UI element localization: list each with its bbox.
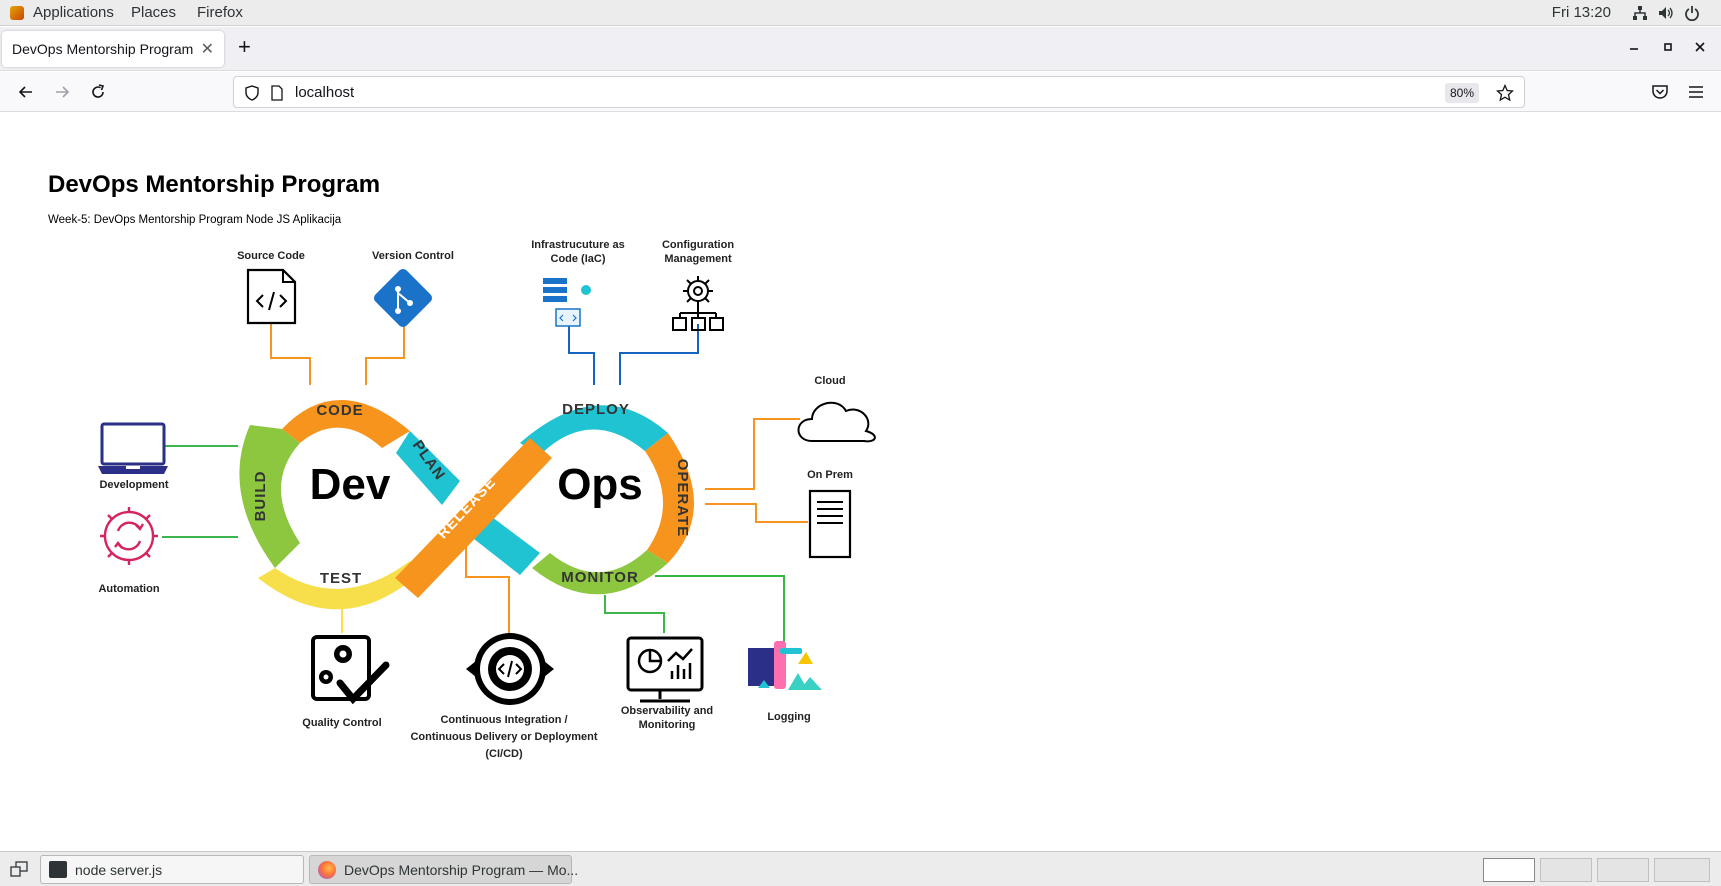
devops-infinity-diagram: CODE PLAN BUILD TEST RELEASE DEPLOY OPER… [98, 239, 876, 760]
iac-label-line2: Code (IaC) [551, 253, 606, 265]
firefox-menu[interactable]: Firefox [197, 4, 243, 21]
laptop-icon [98, 422, 168, 474]
workspace-1[interactable] [1483, 858, 1535, 882]
code-label: CODE [316, 402, 363, 419]
gnome-top-bar: Applications Places Firefox Fri 13:20 [0, 0, 1721, 26]
page-content: DevOps Mentorship Program Week-5: DevOps… [0, 113, 1721, 850]
terminal-icon [49, 861, 67, 878]
back-icon[interactable] [16, 82, 36, 102]
bookmark-star-icon[interactable] [1496, 84, 1514, 102]
version-control-icon [373, 268, 433, 328]
connector-cloud [705, 418, 800, 490]
url-bar[interactable]: localhost 80% [233, 76, 1525, 108]
applications-menu[interactable]: Applications [33, 4, 114, 21]
ops-label: Ops [557, 460, 643, 509]
connector-version-control [365, 324, 405, 385]
taskbar-item-terminal[interactable]: node server.js [40, 855, 304, 884]
connector-source-code [270, 324, 311, 385]
dev-label: Dev [310, 460, 391, 509]
quality-control-icon [311, 635, 390, 705]
url-text[interactable]: localhost [295, 84, 354, 101]
minimize-icon[interactable] [1626, 39, 1642, 55]
close-tab-icon[interactable]: ✕ [201, 39, 214, 59]
pocket-icon[interactable] [1650, 82, 1670, 102]
cicd-label-line1: Continuous Integration / [440, 714, 567, 726]
connector-logging [655, 575, 785, 643]
operate-label: OPERATE [674, 459, 691, 537]
logging-label: Logging [767, 711, 810, 723]
build-label: BUILD [252, 471, 269, 522]
taskbar: node server.js DevOps Mentorship Program… [0, 851, 1721, 886]
power-icon[interactable] [1684, 5, 1700, 21]
development-label: Development [99, 479, 168, 491]
clock[interactable]: Fri 13:20 [1552, 4, 1611, 21]
workspace-2[interactable] [1540, 858, 1592, 882]
volume-icon[interactable] [1658, 5, 1674, 21]
observability-label-line2: Monitoring [639, 719, 696, 731]
cicd-label-line2: Continuous Delivery or Deployment [410, 731, 597, 743]
quality-control-label: Quality Control [302, 717, 381, 729]
deploy-label: DEPLOY [562, 401, 630, 418]
hamburger-menu-icon[interactable] [1686, 82, 1706, 102]
forward-icon[interactable] [52, 82, 72, 102]
observability-label-line1: Observability and [621, 705, 713, 717]
taskbar-item-terminal-label: node server.js [75, 862, 163, 878]
monitor-dashboard-icon [626, 636, 704, 703]
server-icon [808, 489, 852, 559]
connector-on-prem [705, 503, 808, 523]
places-menu[interactable]: Places [131, 4, 176, 21]
close-window-icon[interactable] [1692, 39, 1708, 55]
shield-icon[interactable] [244, 85, 260, 101]
connector-config [619, 324, 699, 385]
logging-icon [748, 641, 822, 690]
firefox-icon [318, 861, 336, 879]
reload-icon[interactable] [88, 82, 108, 102]
tab-title: DevOps Mentorship Program [12, 41, 194, 57]
new-tab-button[interactable]: + [238, 36, 251, 58]
config-label-line1: Configuration [662, 239, 734, 251]
page-icon [271, 85, 283, 101]
taskbar-item-firefox[interactable]: DevOps Mentorship Program — Mo... [309, 855, 578, 884]
source-code-label: Source Code [237, 250, 305, 262]
automation-label: Automation [98, 583, 159, 595]
cicd-gear-icon [466, 633, 554, 705]
source-code-icon [246, 268, 297, 325]
network-icon[interactable] [1632, 5, 1648, 21]
build-segment [239, 425, 300, 568]
show-desktop-icon[interactable] [10, 861, 28, 877]
monitor-label: MONITOR [561, 569, 639, 586]
connector-iac [568, 324, 595, 385]
config-label-line2: Management [664, 253, 732, 265]
test-label: TEST [320, 570, 362, 587]
version-control-label: Version Control [372, 250, 454, 262]
navigation-toolbar: localhost 80% [0, 72, 1721, 112]
cicd-label-line3: (CI/CD) [485, 748, 523, 760]
on-prem-label: On Prem [807, 469, 853, 481]
taskbar-item-firefox-label: DevOps Mentorship Program — Mo... [344, 862, 579, 878]
iac-label-line1: Infrastrucuture as [531, 239, 625, 251]
maximize-icon[interactable] [1660, 39, 1676, 55]
automation-gear-icon [100, 507, 158, 565]
applications-icon [10, 6, 24, 20]
zoom-indicator[interactable]: 80% [1444, 83, 1479, 103]
workspace-3[interactable] [1597, 858, 1649, 882]
configuration-gear-icon [672, 276, 724, 331]
workspace-4[interactable] [1654, 858, 1710, 882]
cloud-label: Cloud [814, 375, 845, 387]
cloud-icon [797, 401, 876, 443]
connector-observability [604, 595, 665, 633]
tab-devops-mentorship[interactable]: DevOps Mentorship Program ✕ [2, 31, 224, 67]
iac-icon [543, 278, 591, 327]
tab-strip: DevOps Mentorship Program ✕ + [0, 27, 1721, 71]
